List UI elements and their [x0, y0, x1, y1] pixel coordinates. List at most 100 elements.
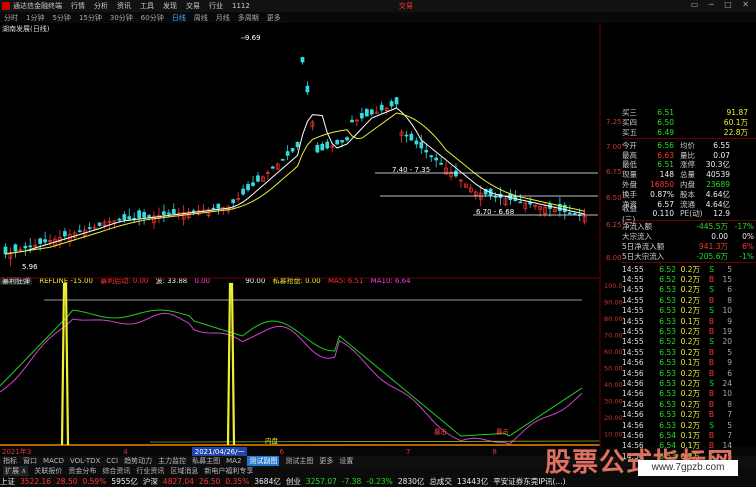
total-label: 总成交 [429, 477, 452, 486]
candle-body [320, 143, 325, 151]
menu-1112[interactable]: 1112 [232, 2, 250, 10]
tab-trend[interactable]: 趋势动力 [124, 456, 152, 466]
candle-body [419, 141, 424, 149]
tab-cci[interactable]: CCI [106, 457, 118, 465]
timeline-cursor-date: 2021/04/26/一 [191, 447, 248, 456]
tab-macd[interactable]: MACD [43, 457, 64, 465]
window-controls[interactable]: ▭ ─ □ ✕ [691, 0, 753, 9]
tab-industry-news[interactable]: 行业资讯 [136, 466, 164, 476]
indicator-axis-tick: 40.00 [604, 381, 622, 389]
quote-panel: 买三 6.51 91.87 买四 6.50 60.1万 买五 6.49 22.8万 今开 6.56… [622, 108, 756, 461]
cy-change: -7.38 [341, 477, 362, 486]
candle-body [493, 195, 498, 198]
candle-body [295, 141, 300, 148]
app-title: 通达信金融终端 [13, 2, 62, 10]
candle-body [127, 216, 132, 220]
tick-row: 14:55 6.53 0.2万 B 19 [622, 326, 732, 336]
menu-trade[interactable]: 交易 [186, 1, 200, 11]
menu-quotes[interactable]: 行情 [71, 1, 85, 11]
tab-ma2[interactable]: MA2 [226, 457, 241, 465]
tab-more[interactable]: 更多 [319, 456, 333, 466]
tick-row: 14:56 6.53 0.2万 B 10 [622, 389, 732, 399]
cy-label: 创业 [285, 477, 301, 486]
tab-window[interactable]: 窗口 [23, 456, 37, 466]
indicator-chart[interactable]: 内盘 暴击 暴击 100.00 90.00 80.00 70.00 60.00 50.00… [0, 276, 622, 448]
candle-body [117, 218, 122, 221]
tick-row: 14:56 6.53 0.2万 B 7 [622, 410, 732, 420]
period-fenshi[interactable]: 分时 [4, 13, 18, 23]
candle-body [43, 239, 47, 243]
tab-vol[interactable]: VOL-TDX [70, 457, 100, 465]
sz-index: 4827.04 [162, 477, 194, 486]
tab-fund[interactable]: 资金分布 [68, 466, 96, 476]
menu-news[interactable]: 资讯 [117, 1, 131, 11]
menu-tools[interactable]: 工具 [140, 1, 154, 11]
candle-body [345, 137, 349, 141]
tab-welfare[interactable]: 新电户福利专享 [204, 466, 253, 476]
period-month[interactable]: 月线 [216, 13, 230, 23]
low-label: 5.96 [22, 263, 38, 271]
period-multi[interactable]: 多周期 [238, 13, 259, 23]
tab-expand[interactable]: 扩展 ∧ [3, 466, 29, 476]
sz-percent: 0.35% [225, 477, 250, 486]
stock-name: 湖南发展(日线) [2, 25, 50, 33]
tab-test-sub[interactable]: 测试副图 [247, 456, 280, 466]
candle-body [87, 227, 92, 229]
period-day[interactable]: 日线 [172, 13, 186, 23]
trade-link[interactable]: 交易 [399, 1, 413, 11]
period-30min[interactable]: 30分钟 [110, 13, 133, 23]
total-amount: 13443亿 [456, 477, 489, 486]
period-60min[interactable]: 60分钟 [141, 13, 164, 23]
app-logo-icon [2, 2, 10, 10]
mark-label-1: 暴击 [434, 427, 448, 436]
tab-related[interactable]: 关联报价 [34, 466, 62, 476]
candle-body [38, 238, 43, 244]
candle-body [429, 155, 434, 158]
candle-body [394, 97, 399, 105]
tab-monitor[interactable]: 主力监控 [158, 456, 186, 466]
tab-region[interactable]: 区域消息 [170, 466, 198, 476]
tab-test-main[interactable]: 测试主图 [285, 456, 313, 466]
menu-industry[interactable]: 行业 [209, 1, 223, 11]
tick-row: 14:55 6.52 0.2万 S 5 [622, 264, 732, 274]
menu-discover[interactable]: 发现 [163, 1, 177, 11]
candle-body [439, 162, 443, 165]
candle-body [3, 246, 8, 255]
svg-text:6.75: 6.75 [606, 168, 622, 176]
period-5min[interactable]: 5分钟 [52, 13, 70, 23]
period-more[interactable]: 更多 [267, 13, 281, 23]
sh-index: 3522.16 [20, 477, 52, 486]
svg-text:7.00: 7.00 [606, 143, 622, 151]
candle-body [285, 151, 290, 156]
sh-amount: 5955亿 [111, 477, 138, 486]
tab-settings[interactable]: 设置 [339, 456, 353, 466]
tick-row: 14:56 6.53 0.2万 S 24 [622, 378, 732, 388]
tab-indicator[interactable]: 指标 [3, 456, 17, 466]
price-chart[interactable]: 9.69 5.96 7.40 - 7.35 6.70 - 6.68 7.25 7… [0, 22, 622, 275]
candle-body [290, 148, 295, 152]
candle-body [13, 244, 18, 252]
tab-simu[interactable]: 私募主图 [192, 456, 220, 466]
candle-body [518, 201, 523, 204]
title-bar: 通达信金融终端 行情 分析 资讯 工具 发现 交易 行业 1112 交易 ▭ ─… [0, 0, 756, 12]
candle-body [142, 212, 146, 218]
candle-body [97, 222, 102, 226]
sh-change: 28.50 [56, 477, 78, 486]
tab-news[interactable]: 综合资讯 [102, 466, 130, 476]
tick-row: 14:55 6.52 0.2万 S 20 [622, 337, 732, 347]
svg-text:7.25: 7.25 [606, 118, 622, 126]
candle-body [335, 140, 339, 145]
spike-2 [226, 282, 236, 446]
candle-body [256, 175, 260, 182]
cy-percent: -0.23% [366, 477, 393, 486]
period-week[interactable]: 周线 [194, 13, 208, 23]
period-15min[interactable]: 15分钟 [79, 13, 102, 23]
candle-body [211, 207, 216, 210]
price-axis: 7.25 7.00 6.75 6.50 6.25 6.00 [606, 118, 622, 262]
period-1min[interactable]: 1分钟 [26, 13, 44, 23]
candle-body [360, 113, 364, 119]
menu-analysis[interactable]: 分析 [94, 1, 108, 11]
candle-body [379, 104, 384, 111]
candle-body [325, 141, 330, 149]
candle-body [350, 119, 354, 123]
